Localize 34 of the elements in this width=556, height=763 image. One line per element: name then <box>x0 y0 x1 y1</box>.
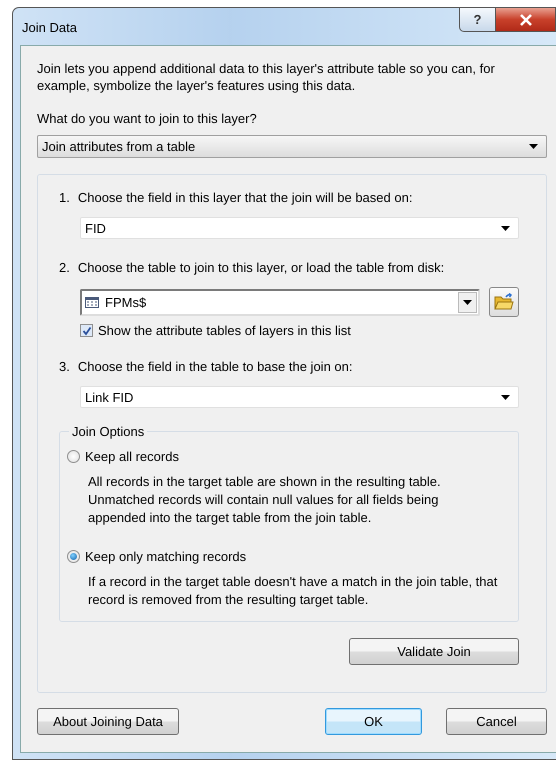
field-dropdown[interactable]: FID <box>80 217 519 239</box>
help-button[interactable]: ? <box>459 7 496 32</box>
dialog-button[interactable]: OK <box>325 708 422 735</box>
radio-option[interactable]: Keep only matching records <box>67 549 498 564</box>
close-icon <box>518 14 534 26</box>
group-title: Join Options <box>71 424 146 439</box>
dropdown-arrow-icon <box>529 144 538 149</box>
window-title: Join Data <box>21 19 77 35</box>
radio-option[interactable]: Keep all records <box>67 449 498 464</box>
option-description: All records in the target table are shown in the resulting table. Unmatched records will contain null values for all fields being appended into the target table from the join table. <box>88 473 442 527</box>
option-description: If a record in the target table doesn't have a match in the join table, that record is removed from the resulting target table. <box>88 573 498 609</box>
step-label: Choose the field in this layer that the join will be based on: <box>78 190 412 205</box>
step-number: 2. <box>59 260 70 275</box>
table-icon <box>85 296 99 308</box>
join-type-dropdown[interactable]: Join attributes from a table <box>37 135 547 158</box>
step-number: 3. <box>59 359 70 374</box>
folder-icon <box>494 293 514 311</box>
dropdown-arrow-icon <box>501 226 510 230</box>
open-folder-button[interactable] <box>489 287 519 317</box>
step-number: 1. <box>59 190 70 205</box>
step-label: Choose the field in the table to base the join on: <box>78 359 352 374</box>
show-tables-checkbox[interactable]: Show the attribute tables of layers in this list <box>80 323 519 338</box>
step-label: Choose the table to join to this layer, or load the table from disk: <box>78 260 444 275</box>
field-dropdown[interactable]: Link FID <box>80 386 519 408</box>
dialog-button[interactable]: Cancel <box>446 708 547 735</box>
dropdown-arrow-icon <box>501 394 510 400</box>
table-dropdown[interactable]: FPMs$ <box>80 288 480 316</box>
close-button[interactable] <box>496 7 556 32</box>
dialog-button[interactable]: About Joining Data <box>37 708 179 735</box>
join-question: What do you want to join to this layer? <box>37 111 258 126</box>
intro-text: Join lets you append additional data to this layer's attribute table so you can, for example, symbolize the layer's features using this data. <box>37 60 496 94</box>
dropdown-arrow-icon <box>463 300 472 304</box>
validate-join-button[interactable]: Validate Join <box>349 638 519 665</box>
checkmark-icon <box>82 326 92 336</box>
